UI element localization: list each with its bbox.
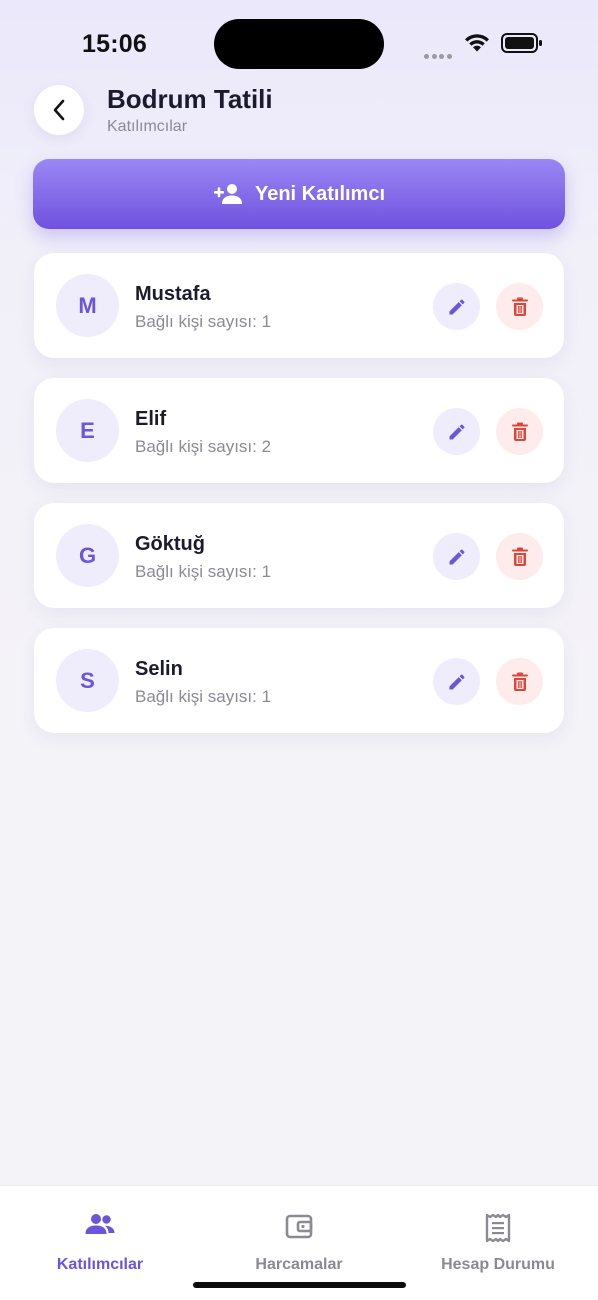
- delete-button[interactable]: [496, 533, 543, 580]
- avatar: G: [56, 524, 119, 587]
- dynamic-island: [214, 19, 384, 69]
- wifi-icon: [465, 34, 489, 52]
- trash-icon: [511, 547, 528, 566]
- edit-button[interactable]: [433, 283, 480, 330]
- pencil-icon: [449, 423, 465, 439]
- trash-icon: [511, 297, 528, 316]
- participant-name: Elif: [135, 408, 167, 430]
- status-bar: 15:06: [0, 0, 598, 88]
- back-button[interactable]: [34, 85, 84, 135]
- home-indicator: [193, 1282, 406, 1288]
- tab-account-status[interactable]: Hesap Durumu: [398, 1186, 598, 1286]
- new-participant-label: Yeni Katılımcı: [254, 182, 386, 205]
- edit-button[interactable]: [433, 658, 480, 705]
- people-icon: [85, 1214, 115, 1234]
- participant-card[interactable]: G Göktuğ Bağlı kişi sayısı: 1: [34, 503, 564, 608]
- wallet-icon: [285, 1214, 313, 1239]
- participant-list: M Mustafa Bağlı kişi sayısı: 1 E Elif Ba…: [34, 253, 564, 753]
- tab-label: Hesap Durumu: [441, 1256, 555, 1273]
- chevron-left-icon: [53, 99, 65, 121]
- linked-count: Bağlı kişi sayısı: 1: [135, 687, 272, 706]
- edit-button[interactable]: [433, 408, 480, 455]
- tab-label: Harcamalar: [255, 1256, 343, 1273]
- edit-button[interactable]: [433, 533, 480, 580]
- pencil-icon: [449, 548, 465, 564]
- participant-card[interactable]: M Mustafa Bağlı kişi sayısı: 1: [34, 253, 564, 358]
- trash-icon: [511, 672, 528, 691]
- status-time: 15:06: [82, 30, 147, 58]
- delete-button[interactable]: [496, 283, 543, 330]
- tab-expenses[interactable]: Harcamalar: [199, 1186, 399, 1286]
- linked-count: Bağlı kişi sayısı: 2: [135, 437, 272, 456]
- pencil-icon: [449, 673, 465, 689]
- linked-count: Bağlı kişi sayısı: 1: [135, 562, 272, 581]
- linked-count: Bağlı kişi sayısı: 1: [135, 312, 272, 331]
- person-add-icon: [213, 184, 242, 204]
- avatar: S: [56, 649, 119, 712]
- avatar: M: [56, 274, 119, 337]
- participant-card[interactable]: E Elif Bağlı kişi sayısı: 2: [34, 378, 564, 483]
- pencil-icon: [449, 298, 465, 314]
- participant-name: Göktuğ: [135, 533, 205, 555]
- trash-icon: [511, 422, 528, 441]
- participant-name: Mustafa: [135, 283, 211, 305]
- participant-card[interactable]: S Selin Bağlı kişi sayısı: 1: [34, 628, 564, 733]
- cellular-signal-icon: [424, 46, 454, 64]
- delete-button[interactable]: [496, 658, 543, 705]
- participant-name: Selin: [135, 658, 183, 680]
- page-title: Bodrum Tatili: [107, 84, 273, 114]
- page-subtitle: Katılımcılar: [107, 118, 188, 135]
- avatar: E: [56, 399, 119, 462]
- tab-label: Katılımcılar: [56, 1256, 144, 1273]
- new-participant-button[interactable]: Yeni Katılımcı: [33, 159, 565, 229]
- receipt-icon: [485, 1213, 511, 1243]
- tab-participants[interactable]: Katılımcılar: [0, 1186, 200, 1286]
- battery-icon: [501, 33, 542, 53]
- delete-button[interactable]: [496, 408, 543, 455]
